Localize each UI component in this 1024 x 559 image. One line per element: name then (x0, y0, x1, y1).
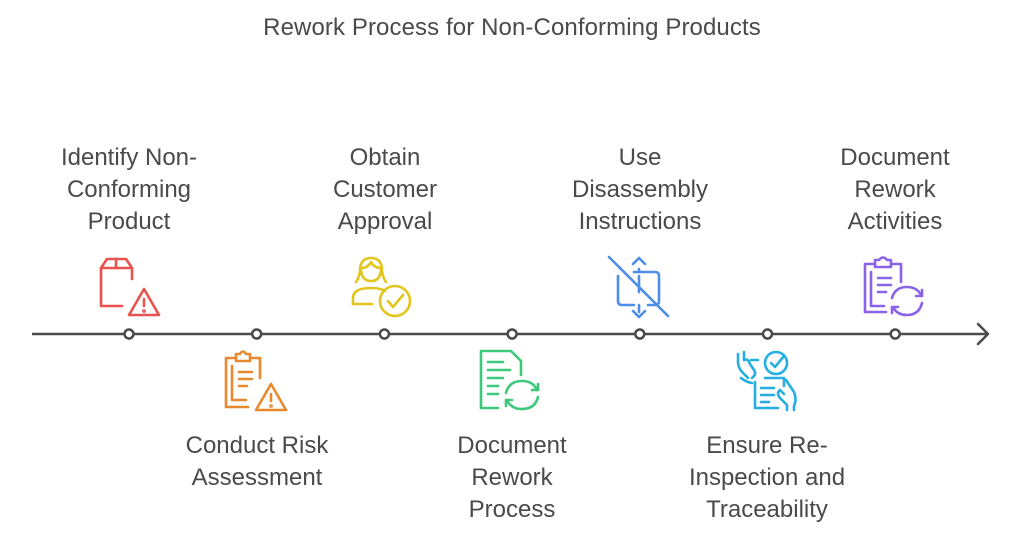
disassembly-off-icon (606, 254, 672, 320)
step-label-customer-approval: Obtain Customer Approval (332, 144, 438, 235)
hands-checklist-icon (734, 348, 800, 414)
step-label-identify: Identify Non- Conforming Product (60, 144, 198, 235)
timeline-node (378, 328, 391, 340)
step-label-document-process: Document Rework Process (457, 432, 567, 523)
timeline-node (123, 328, 135, 340)
timeline-node (506, 328, 518, 340)
timeline-node (634, 328, 646, 340)
timeline-node (761, 328, 774, 340)
step-label-risk-assessment: Conduct Risk Assessment (185, 432, 329, 491)
user-check-icon (350, 254, 416, 320)
timeline-node (889, 328, 901, 340)
timeline-node (250, 328, 263, 340)
package-warning-icon (96, 254, 162, 320)
document-refresh-icon (478, 348, 544, 414)
step-label-document-activities: Document Rework Activities (840, 144, 950, 235)
step-label-reinspection: Ensure Re- Inspection and Traceability (688, 432, 846, 523)
clipboard-warning-icon (222, 348, 288, 414)
clipboard-refresh-icon (862, 254, 928, 320)
step-label-disassembly: Use Disassembly Instructions (571, 144, 709, 235)
